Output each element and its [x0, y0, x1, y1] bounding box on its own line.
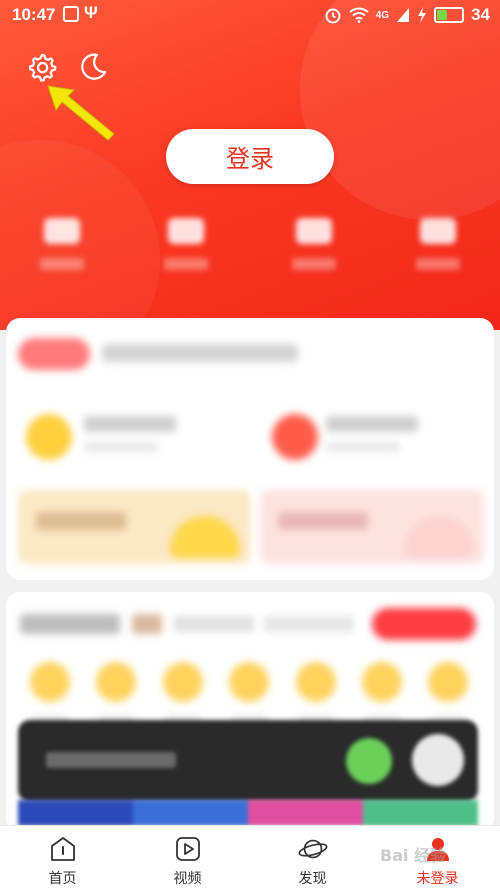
promo-text [102, 344, 298, 362]
tasks-title [20, 614, 120, 634]
coin-icon[interactable] [296, 662, 336, 702]
tasks-action-button[interactable] [372, 608, 476, 640]
nav-profile[interactable]: 未登录 [375, 826, 500, 889]
promo-tile[interactable] [18, 490, 250, 564]
status-time: 10:47 [12, 5, 56, 24]
feature-title [84, 416, 176, 432]
nav-profile-label: 未登录 [416, 871, 459, 887]
stat-item[interactable] [156, 218, 216, 270]
annotation-arrow-icon [47, 85, 115, 141]
nav-discover[interactable]: 发现 [250, 826, 375, 889]
coin-icon[interactable] [163, 662, 203, 702]
wechat-icon[interactable] [346, 738, 392, 784]
wifi-icon [349, 7, 369, 23]
feature-subtitle [326, 442, 400, 452]
nav-home-label: 首页 [48, 871, 77, 887]
signal-icon [397, 8, 410, 22]
coin-icon[interactable] [30, 662, 70, 702]
coin-icon[interactable] [428, 662, 468, 702]
login-button[interactable]: 登录 [166, 129, 334, 184]
content-strip [18, 800, 478, 826]
tasks-text [264, 616, 354, 632]
stat-item[interactable] [408, 218, 468, 270]
tasks-badge [132, 614, 162, 634]
feature-card [6, 318, 494, 580]
feature-icon[interactable] [272, 414, 318, 460]
battery-level: 34 [471, 5, 490, 24]
coin-icon[interactable] [362, 662, 402, 702]
usb-icon: Ψ [84, 3, 98, 22]
toast-banner[interactable] [18, 720, 478, 802]
profile-header: 10:47 Ψ 4G 34 登录 [0, 0, 500, 330]
play-icon [173, 834, 203, 864]
blurred-content [6, 318, 494, 580]
tasks-text [174, 616, 254, 632]
header-decoration [300, 0, 500, 220]
coin-icon[interactable] [229, 662, 269, 702]
planet-icon [298, 834, 328, 864]
nav-discover-label: 发现 [298, 871, 327, 887]
feature-icon[interactable] [26, 414, 72, 460]
profile-icon [423, 834, 453, 864]
bottom-nav: 首页 视频 发现 未登录 [0, 825, 500, 889]
network-type: 4G [375, 9, 390, 21]
stat-item[interactable] [32, 218, 92, 270]
stat-item[interactable] [284, 218, 344, 270]
moon-icon[interactable] [78, 52, 108, 82]
feature-title [326, 416, 418, 432]
charging-icon [418, 7, 427, 23]
toast-text [46, 752, 176, 768]
coin-icon[interactable] [96, 662, 136, 702]
home-icon [48, 834, 78, 864]
status-bar: 10:47 Ψ 4G 34 [0, 0, 500, 30]
promo-badge[interactable] [18, 338, 90, 370]
feature-subtitle [84, 442, 158, 452]
nav-video-label: 视频 [173, 871, 202, 887]
nav-home[interactable]: 首页 [0, 826, 125, 889]
promo-tile[interactable] [260, 490, 484, 564]
status-right: 4G 34 [324, 5, 490, 25]
avatar[interactable] [412, 734, 464, 786]
battery-icon [434, 7, 465, 23]
gear-icon[interactable] [27, 52, 57, 82]
notification-icon [63, 6, 79, 22]
alarm-icon [325, 8, 341, 24]
nav-video[interactable]: 视频 [125, 826, 250, 889]
